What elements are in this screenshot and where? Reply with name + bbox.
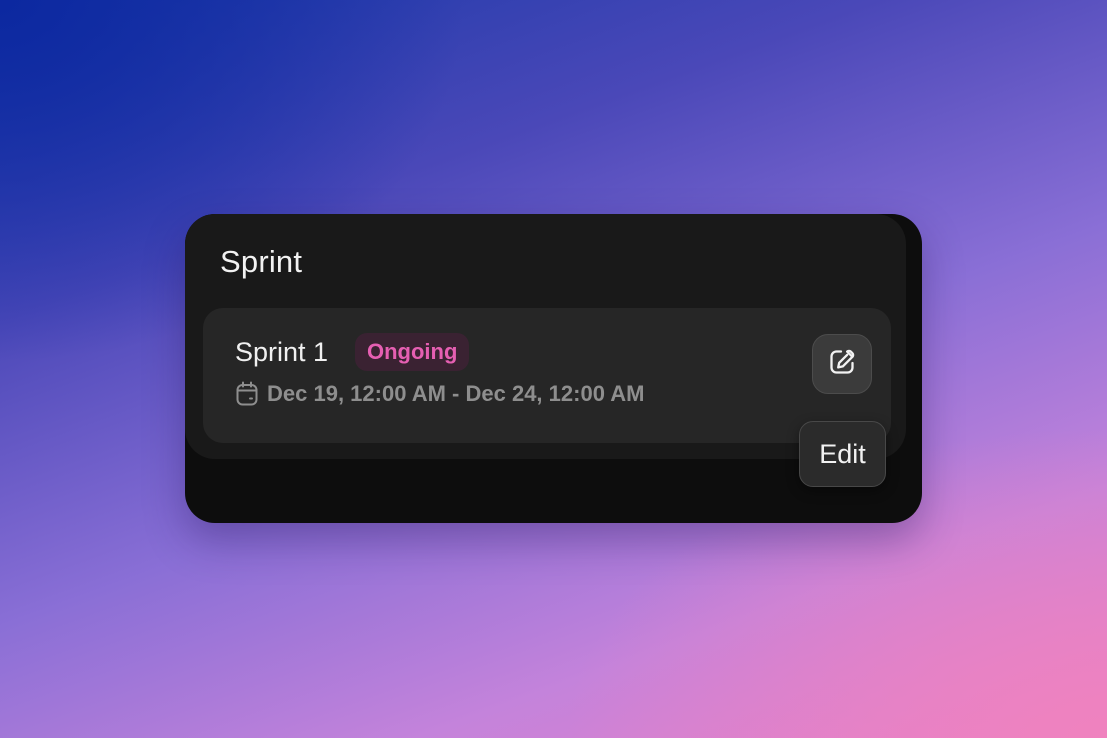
- date-range-text: Dec 19, 12:00 AM - Dec 24, 12:00 AM: [267, 381, 645, 406]
- calendar-icon: [235, 381, 259, 407]
- edit-button[interactable]: [812, 334, 872, 394]
- edit-icon: [827, 347, 857, 382]
- panel-title: Sprint: [220, 244, 303, 279]
- sprint-card: [203, 308, 891, 443]
- sprint-date-range: Dec 19, 12:00 AM - Dec 24, 12:00 AM: [235, 381, 644, 407]
- edit-tooltip: Edit: [799, 421, 886, 487]
- status-badge: Ongoing: [355, 333, 470, 371]
- sprint-name: Sprint 1: [235, 337, 329, 367]
